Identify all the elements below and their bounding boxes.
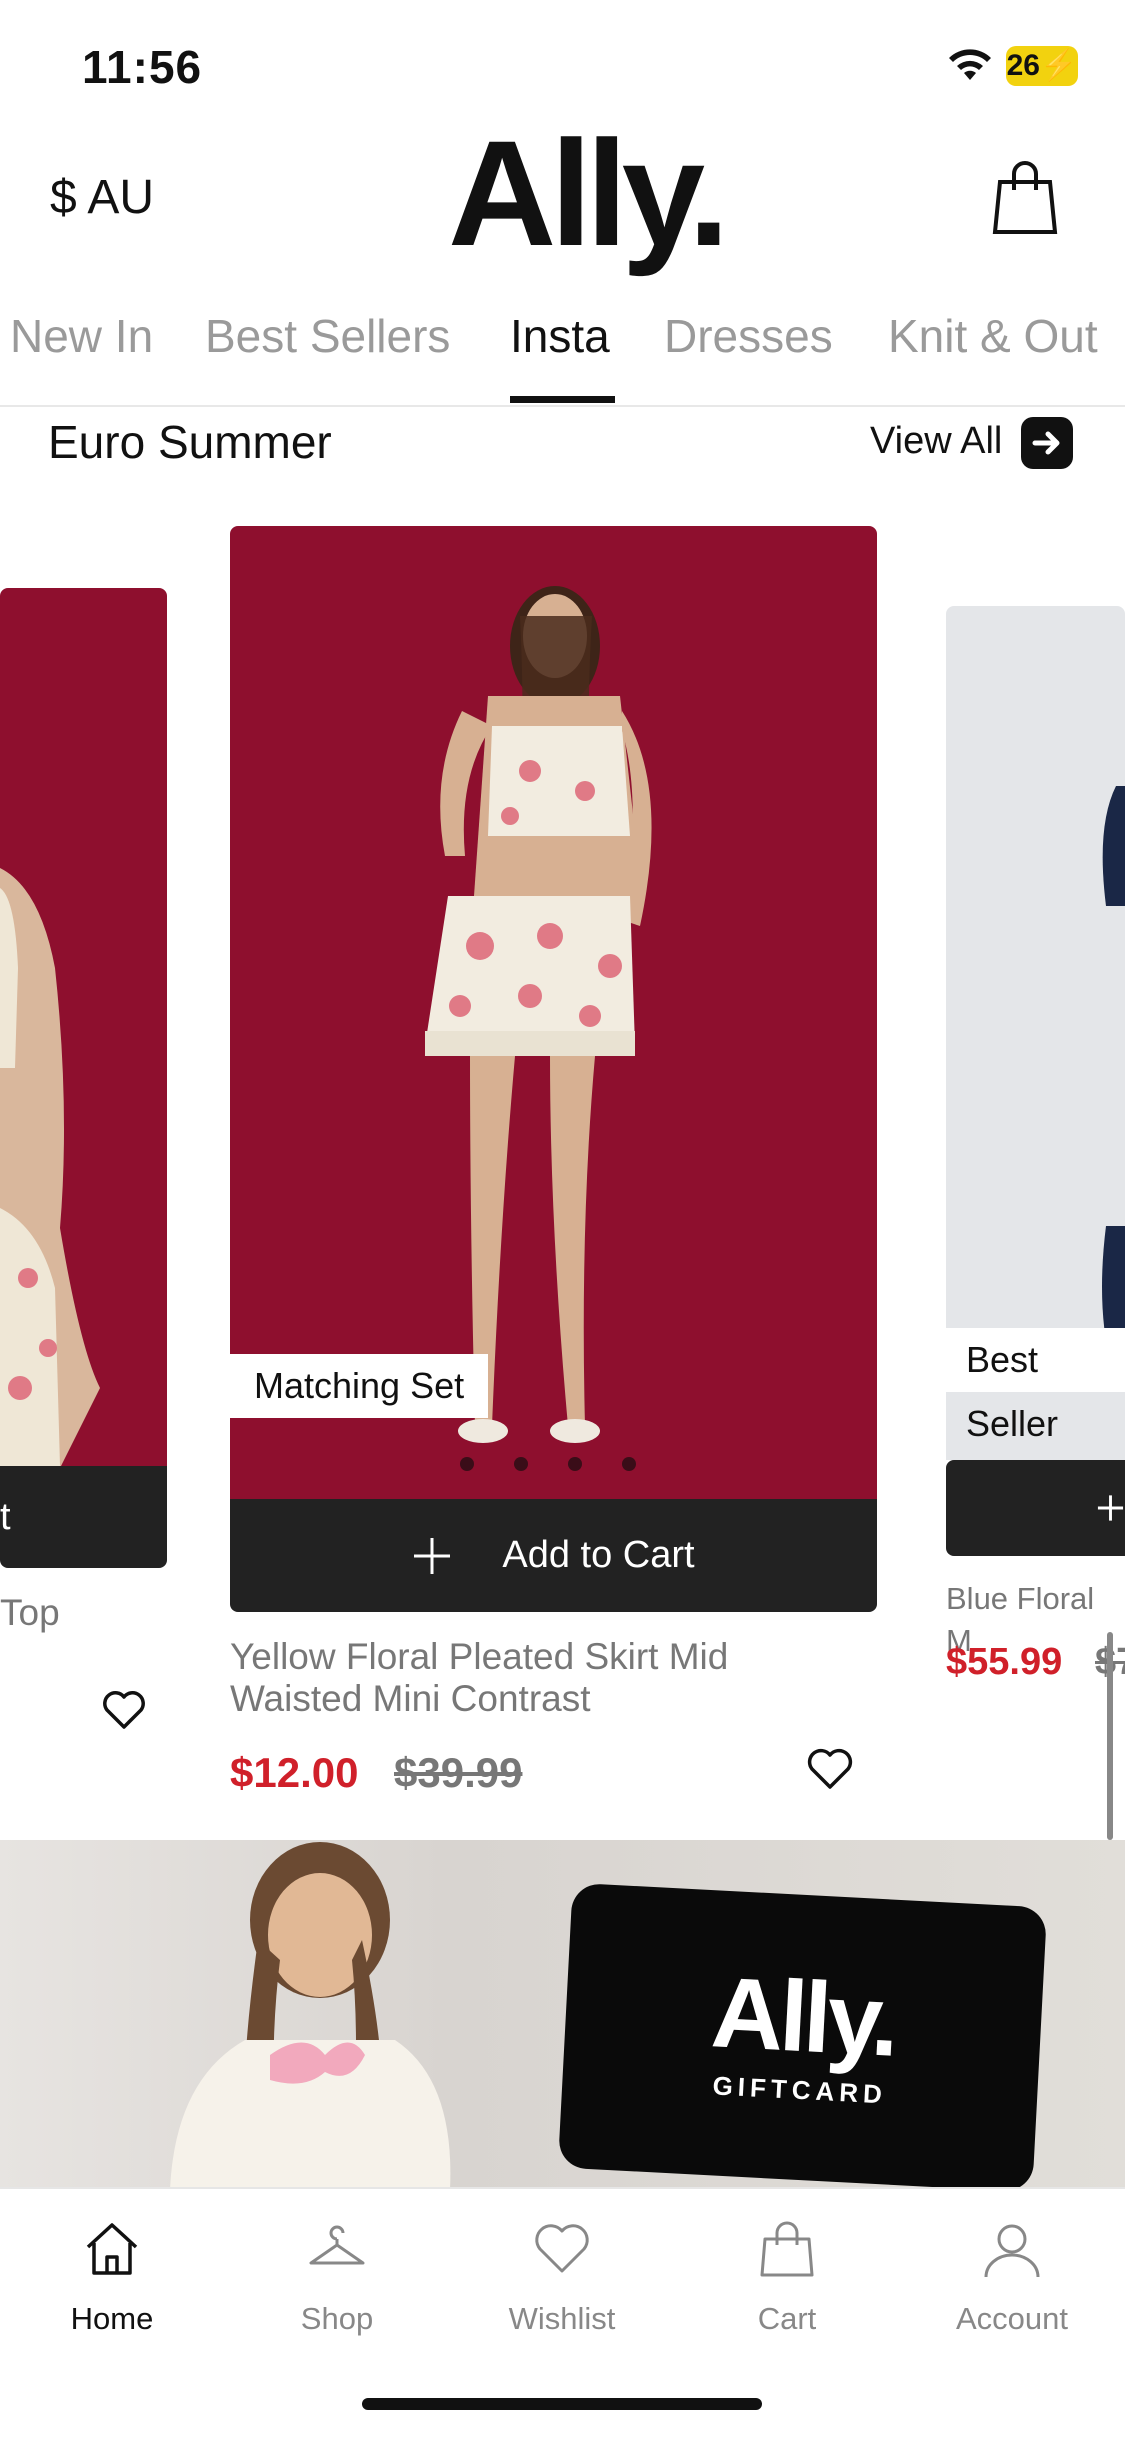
battery-level: 26: [1006, 49, 1040, 82]
carousel-dot: [568, 1457, 582, 1471]
add-to-cart-button-right[interactable]: [946, 1460, 1125, 1556]
brand-logo: Ally.: [448, 109, 730, 277]
wifi-icon: [949, 49, 991, 80]
tabbar-shop[interactable]: Shop: [262, 2219, 412, 2337]
home-icon: [86, 2223, 138, 2275]
heart-icon[interactable]: [102, 1690, 146, 1730]
tabbar-home[interactable]: Home: [37, 2219, 187, 2337]
add-to-cart-label: Add to Cart: [502, 1534, 695, 1576]
tabbar-shop-label: Shop: [300, 2301, 374, 2336]
bag-icon: [760, 2221, 814, 2277]
tabbar-cart[interactable]: Cart: [712, 2219, 862, 2337]
sale-price-center: $12.00: [230, 1749, 359, 1796]
carousel-dot: [514, 1457, 528, 1471]
battery-indicator: 26⚡: [1006, 46, 1078, 86]
tabbar-wishlist-label: Wishlist: [508, 2301, 616, 2336]
home-indicator[interactable]: [362, 2398, 762, 2410]
product-name-center[interactable]: Yellow Floral Pleated Skirt Mid Waisted …: [230, 1636, 790, 1720]
carousel-dot: [460, 1457, 474, 1471]
account-icon: [984, 2224, 1040, 2278]
giftcard-image: Ally. GIFTCARD: [557, 1882, 1048, 2193]
section-title: Euro Summer: [48, 416, 332, 468]
tabbar-account[interactable]: Account: [937, 2219, 1087, 2337]
plus-icon: [1097, 1495, 1124, 1521]
tab-insta[interactable]: Insta: [510, 309, 610, 363]
cart-label-left: t: [0, 1495, 11, 1538]
giftcard-logo: Ally.: [708, 1956, 899, 2078]
arrow-right-icon[interactable]: [1021, 417, 1073, 469]
wishlist-heart-icon[interactable]: [807, 1748, 853, 1790]
currency-selector[interactable]: $ AU: [50, 170, 154, 225]
product-name-left[interactable]: Top: [0, 1592, 60, 1634]
tab-knit-out[interactable]: Knit & Out: [888, 309, 1098, 363]
plus-icon: [414, 1537, 451, 1574]
original-price-center: $39.99: [394, 1749, 523, 1796]
category-tabs: New In Best Sellers Insta Dresses Knit &…: [0, 295, 1125, 407]
scrollbar[interactable]: [1107, 1632, 1113, 1840]
image-carousel-dots: [460, 1457, 676, 1476]
shopping-bag-icon[interactable]: [990, 160, 1060, 235]
status-time: 11:56: [82, 41, 203, 93]
sale-price-right: $55.99: [946, 1641, 1063, 1683]
tabbar-cart-label: Cart: [757, 2301, 817, 2336]
tab-best-sellers[interactable]: Best Sellers: [205, 309, 450, 363]
heart-icon: [535, 2224, 589, 2273]
tabbar-wishlist[interactable]: Wishlist: [487, 2219, 637, 2337]
tab-dresses[interactable]: Dresses: [664, 309, 833, 363]
view-all-link[interactable]: View All: [870, 420, 1002, 463]
carousel-dot: [622, 1457, 636, 1471]
product-badge-center: Matching Set: [230, 1354, 489, 1418]
product-badge-right: Best Seller: [946, 1328, 1125, 1444]
add-to-cart-button[interactable]: Add to Cart: [230, 1499, 877, 1612]
hanger-icon: [309, 2225, 365, 2265]
tabbar-account-label: Account: [955, 2301, 1068, 2336]
active-tab-indicator: [510, 396, 615, 403]
tab-new-in[interactable]: New In: [10, 309, 153, 363]
tabbar-home-label: Home: [70, 2301, 154, 2336]
add-to-cart-button-left[interactable]: t: [0, 1466, 167, 1568]
product-image-left[interactable]: [0, 588, 167, 1466]
